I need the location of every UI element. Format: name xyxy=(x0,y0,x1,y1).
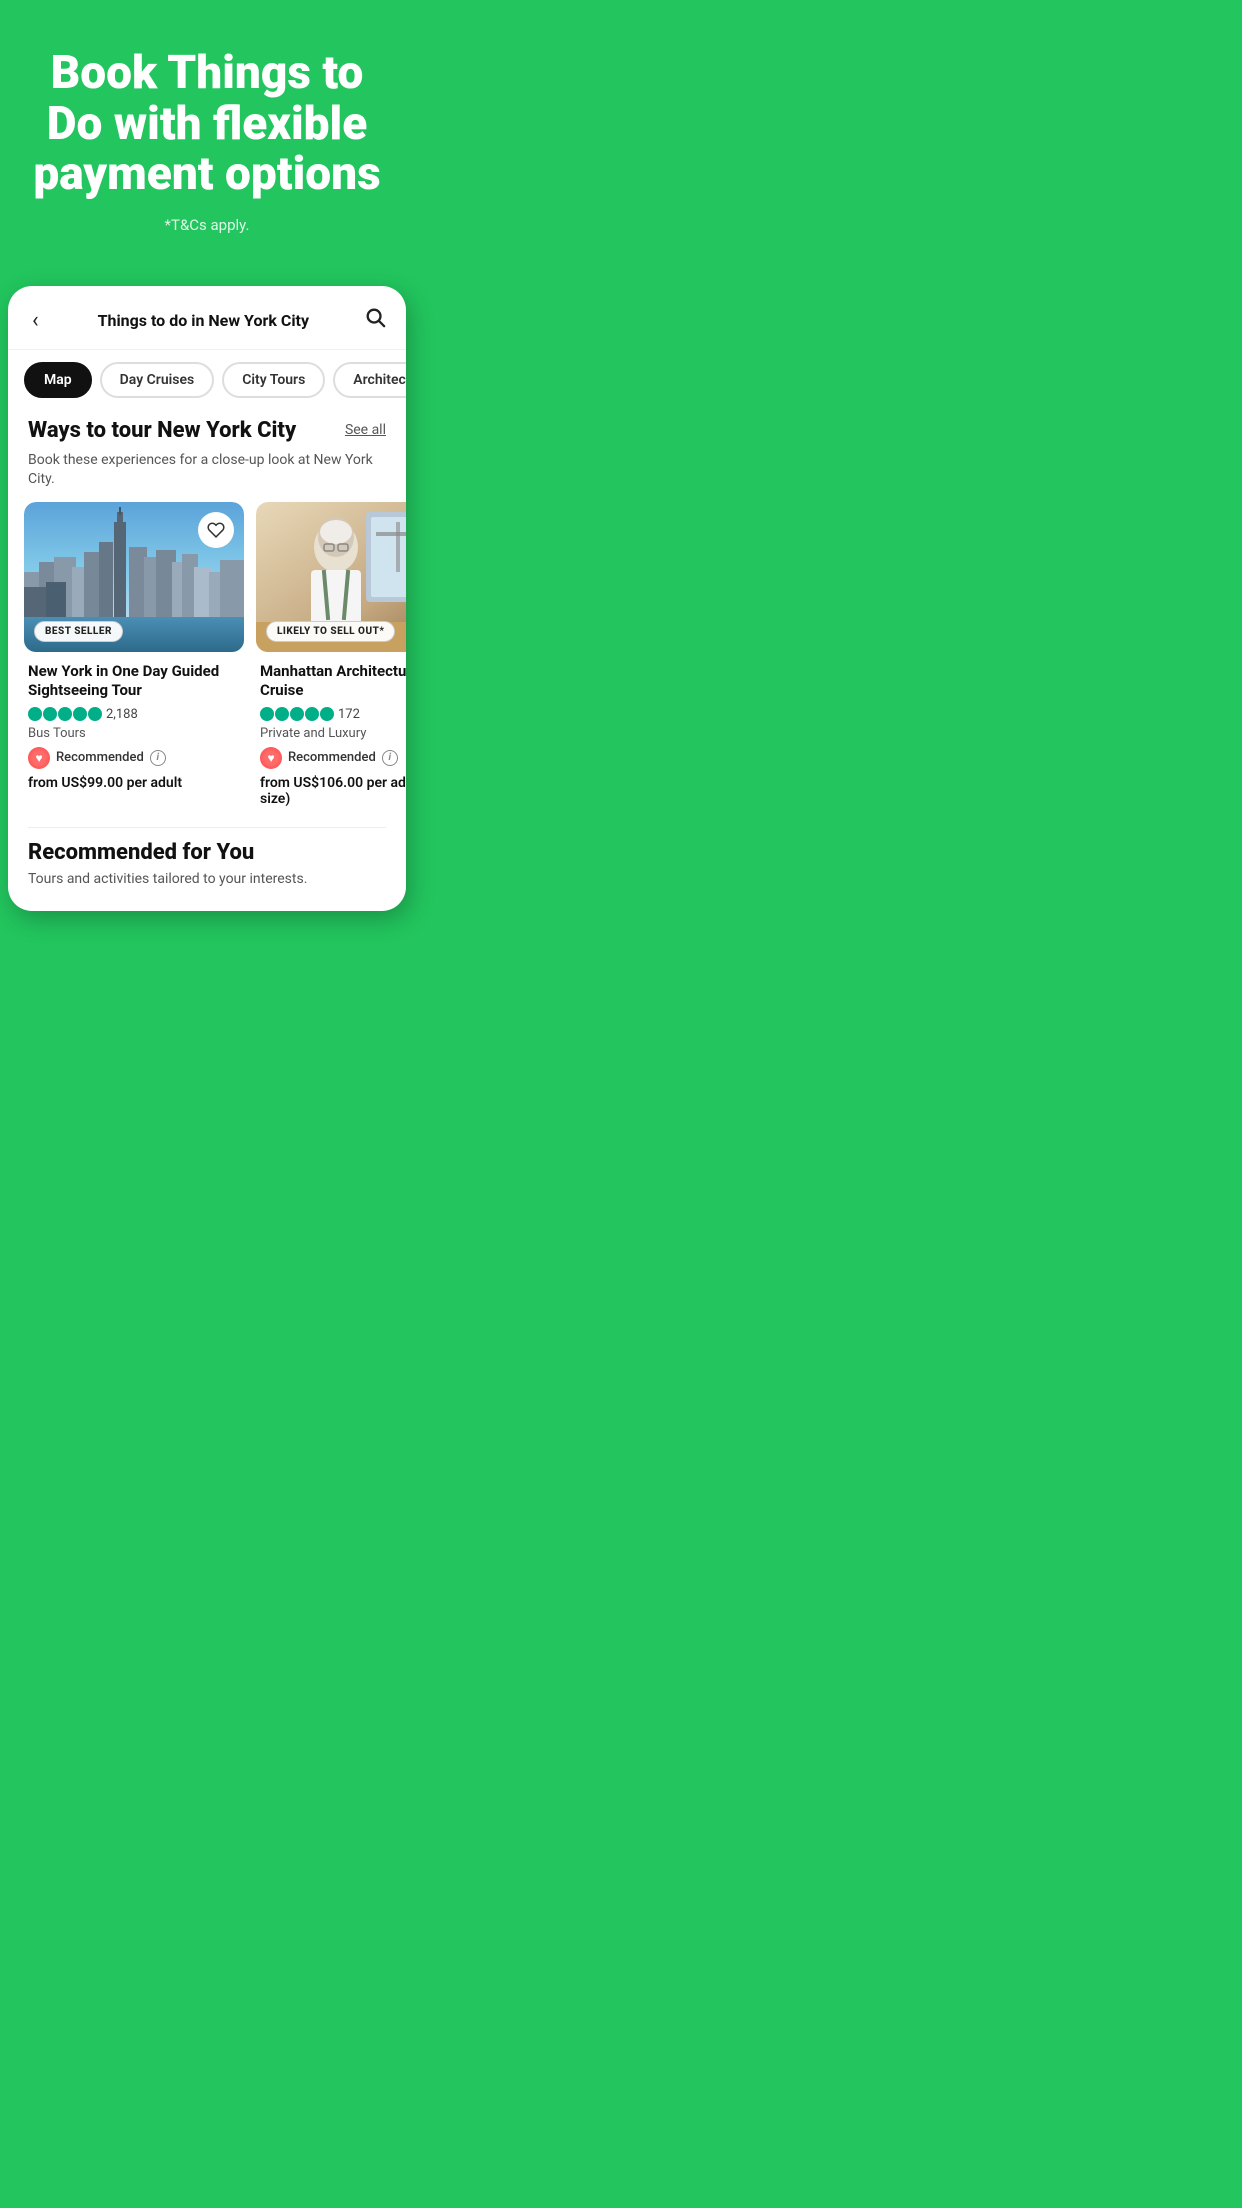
tour-title-2: Manhattan Architectural Yacht Cruise xyxy=(260,662,406,701)
review-count-1: 2,188 xyxy=(106,707,138,722)
tour-type-2: Private and Luxury xyxy=(260,726,406,741)
tab-architectural[interactable]: Architectural D xyxy=(333,362,406,398)
card-image-2: LIKELY TO SELL OUT* xyxy=(256,502,406,652)
tour-type-1: Bus Tours xyxy=(28,726,240,741)
price-2: from US$106.00 per adult (group size) xyxy=(260,775,406,807)
tour-title-1: New York in One Day Guided Sightseeing T… xyxy=(28,662,240,701)
see-all-link[interactable]: See all xyxy=(345,422,386,438)
hero-section: Book Things to Do with flexible payment … xyxy=(0,0,414,286)
recommended-label-1: Recommended xyxy=(56,750,144,765)
tour-card-2[interactable]: LIKELY TO SELL OUT* Manhattan Architectu… xyxy=(256,502,406,811)
phone-header: ‹ Things to do in New York City xyxy=(8,286,406,350)
tour-card-1[interactable]: BEST SELLER New York in One Day Guided S… xyxy=(24,502,244,811)
card-body-2: Manhattan Architectural Yacht Cruise 172… xyxy=(256,652,406,811)
rating-row-2: 172 xyxy=(260,707,406,722)
card-body-1: New York in One Day Guided Sightseeing T… xyxy=(24,652,244,795)
filter-tabs: Map Day Cruises City Tours Architectural… xyxy=(8,350,406,410)
hero-title: Book Things to Do with flexible payment … xyxy=(24,48,390,200)
section-description: Book these experiences for a close-up lo… xyxy=(8,447,406,502)
recommended-heart-2: ♥ xyxy=(260,747,282,769)
info-icon-1[interactable]: i xyxy=(150,750,166,766)
phone-card: ‹ Things to do in New York City Map Day … xyxy=(8,286,406,911)
recommended-row-1: ♥ Recommended i xyxy=(28,747,240,769)
hero-subtitle: *T&Cs apply. xyxy=(24,216,390,234)
wishlist-button-1[interactable] xyxy=(198,512,234,548)
info-icon-2[interactable]: i xyxy=(382,750,398,766)
price-1: from US$99.00 per adult xyxy=(28,775,240,791)
back-button[interactable]: ‹ xyxy=(28,304,43,337)
section-divider xyxy=(28,827,386,828)
stars-2 xyxy=(260,707,334,721)
tour-cards-row: BEST SELLER New York in One Day Guided S… xyxy=(8,502,406,811)
best-seller-badge: BEST SELLER xyxy=(34,621,123,642)
recommended-row-2: ♥ Recommended i xyxy=(260,747,406,769)
tab-map[interactable]: Map xyxy=(24,362,92,398)
recommended-description: Tours and activities tailored to your in… xyxy=(28,871,386,887)
tab-city-tours[interactable]: City Tours xyxy=(222,362,325,398)
tab-day-cruises[interactable]: Day Cruises xyxy=(100,362,215,398)
page-title: Things to do in New York City xyxy=(98,311,309,330)
card-image-1: BEST SELLER xyxy=(24,502,244,652)
recommended-title: Recommended for You xyxy=(28,840,386,865)
section-header: Ways to tour New York City See all xyxy=(8,410,406,447)
section-title: Ways to tour New York City xyxy=(28,418,296,443)
rating-row-1: 2,188 xyxy=(28,707,240,722)
recommended-heart-1: ♥ xyxy=(28,747,50,769)
bottom-section: Recommended for You Tours and activities… xyxy=(8,840,406,911)
search-button[interactable] xyxy=(364,306,386,334)
recommended-label-2: Recommended xyxy=(288,750,376,765)
sell-out-badge: LIKELY TO SELL OUT* xyxy=(266,621,395,642)
review-count-2: 172 xyxy=(338,707,360,722)
stars-1 xyxy=(28,707,102,721)
